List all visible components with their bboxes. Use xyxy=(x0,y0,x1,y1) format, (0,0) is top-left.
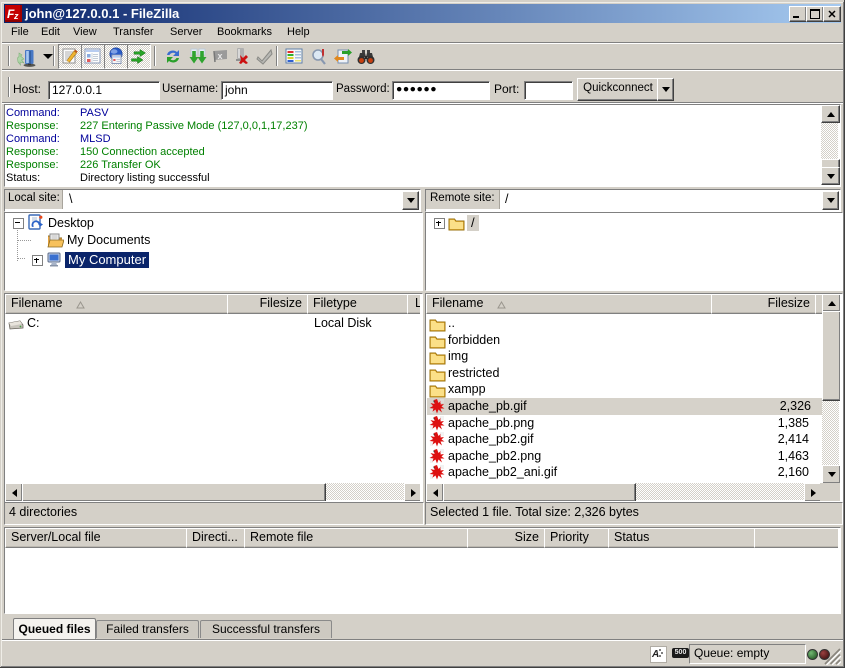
svg-text:z: z xyxy=(13,11,19,21)
svg-text:x: x xyxy=(218,51,223,61)
svg-text:A: A xyxy=(651,649,659,660)
